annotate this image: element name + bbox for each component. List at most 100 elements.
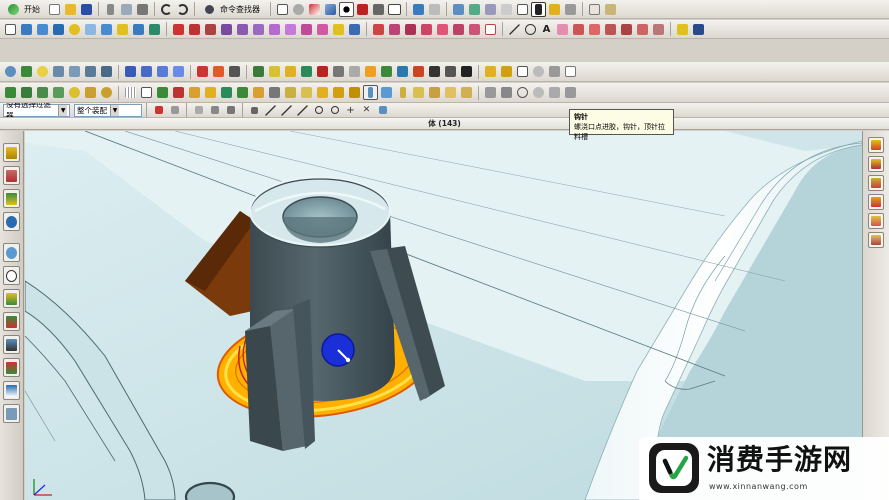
measure-distance-icon[interactable] <box>563 2 578 17</box>
swept-icon[interactable] <box>387 22 402 37</box>
sketch-icon[interactable] <box>3 22 18 37</box>
open-icon[interactable] <box>63 2 78 17</box>
select-body-icon[interactable] <box>207 103 222 117</box>
mold-tool-tab-6[interactable] <box>868 232 884 248</box>
parting-surface-icon[interactable] <box>299 85 314 100</box>
system-scene-tab[interactable] <box>3 404 20 423</box>
process-studio-tab[interactable] <box>3 312 20 331</box>
part-navigator-tab[interactable] <box>3 189 20 208</box>
intersect-curve-icon[interactable] <box>651 22 666 37</box>
mirror-icon[interactable] <box>251 22 266 37</box>
n-sided-icon[interactable] <box>419 22 434 37</box>
background-icon[interactable] <box>371 2 386 17</box>
target-icon[interactable] <box>531 85 546 100</box>
point-on-curve-icon[interactable] <box>375 103 390 117</box>
cut-icon[interactable] <box>103 2 118 17</box>
table-icon[interactable] <box>587 2 602 17</box>
wireframe-icon[interactable] <box>339 1 354 17</box>
mold-tool-tab-3[interactable] <box>868 175 884 191</box>
reuse-library-tab[interactable] <box>3 212 20 231</box>
quadrant-icon[interactable] <box>327 103 342 117</box>
trim-body-icon[interactable] <box>187 22 202 37</box>
patch-icon[interactable] <box>451 22 466 37</box>
extrude-icon[interactable] <box>19 22 34 37</box>
drag-icon[interactable] <box>547 2 562 17</box>
bom-icon[interactable] <box>427 64 442 79</box>
layout-icon[interactable] <box>83 64 98 79</box>
palette-tab[interactable] <box>3 381 20 400</box>
ejector-icon[interactable] <box>347 85 362 100</box>
previous-icon[interactable] <box>139 64 154 79</box>
select-arrow-icon[interactable] <box>531 1 546 17</box>
pin-icon[interactable] <box>395 85 410 100</box>
insert-icon[interactable] <box>267 64 282 79</box>
through-curves-icon[interactable] <box>403 22 418 37</box>
subtract-icon[interactable] <box>219 22 234 37</box>
sew-icon[interactable] <box>315 22 330 37</box>
parting-line-icon[interactable] <box>283 85 298 100</box>
guide-icon[interactable] <box>443 85 458 100</box>
bushing-icon[interactable] <box>427 85 442 100</box>
thicken-icon[interactable] <box>299 22 314 37</box>
core-icon[interactable] <box>227 64 242 79</box>
lifter-icon[interactable] <box>299 64 314 79</box>
mirror-body-icon[interactable] <box>155 85 170 100</box>
pocket-icon[interactable] <box>83 22 98 37</box>
manufacturing-wizard-tab[interactable] <box>3 335 20 354</box>
check-region-icon[interactable] <box>235 85 250 100</box>
ejector-pin-icon[interactable] <box>315 64 330 79</box>
support-icon[interactable] <box>459 85 474 100</box>
offset-curve-icon[interactable] <box>587 22 602 37</box>
line-snap-icon[interactable] <box>263 103 278 117</box>
section-view-icon[interactable] <box>515 2 530 17</box>
paste-icon[interactable] <box>135 2 150 17</box>
boss-icon[interactable] <box>67 22 82 37</box>
point-edit-icon[interactable] <box>499 85 514 100</box>
copy-icon[interactable] <box>119 2 134 17</box>
cone-icon[interactable] <box>51 85 66 100</box>
mold-tool-tab-5[interactable] <box>868 213 884 229</box>
datum-plane-icon[interactable] <box>675 22 690 37</box>
slider-icon[interactable] <box>283 64 298 79</box>
move-icon[interactable] <box>451 2 466 17</box>
assembly-navigator-tab[interactable] <box>3 143 20 162</box>
orient-icon[interactable] <box>411 2 426 17</box>
runner-icon[interactable] <box>347 64 362 79</box>
light-icon[interactable] <box>35 64 50 79</box>
select-face-icon[interactable] <box>191 103 206 117</box>
bounded-plane-icon[interactable] <box>435 22 450 37</box>
section-icon[interactable] <box>67 64 82 79</box>
create-gate-icon[interactable] <box>331 85 346 100</box>
hook-pin-icon[interactable] <box>363 85 378 100</box>
fit-icon[interactable] <box>275 2 290 17</box>
circle-edit-icon[interactable] <box>515 85 530 100</box>
roles-tab[interactable] <box>3 358 20 377</box>
text-icon[interactable]: A <box>539 22 554 37</box>
undo-icon[interactable] <box>159 2 174 17</box>
history-tab[interactable] <box>3 266 20 285</box>
intersect-icon[interactable] <box>235 22 250 37</box>
datum-icon[interactable] <box>483 2 498 17</box>
mold-wizard-icon[interactable] <box>195 64 210 79</box>
trim-icon[interactable] <box>187 85 202 100</box>
draft-icon[interactable] <box>171 22 186 37</box>
unite-icon[interactable] <box>203 22 218 37</box>
pattern-icon[interactable] <box>267 22 282 37</box>
visibility-icon[interactable] <box>19 64 34 79</box>
point-icon[interactable] <box>139 85 154 100</box>
capture-icon[interactable] <box>547 64 562 79</box>
drawing-icon[interactable] <box>443 64 458 79</box>
render-icon[interactable] <box>355 2 370 17</box>
delete-face-icon[interactable] <box>483 22 498 37</box>
grid-icon[interactable] <box>99 64 114 79</box>
center-icon[interactable] <box>547 85 562 100</box>
scope-select[interactable]: 整个装配 ▼ <box>74 103 142 117</box>
measure-icon[interactable] <box>427 2 442 17</box>
zoom-icon[interactable] <box>291 2 306 17</box>
redo-icon[interactable] <box>175 2 190 17</box>
mold-tool-tab-1[interactable] <box>868 137 884 153</box>
shell-icon[interactable] <box>147 22 162 37</box>
gear-icon[interactable] <box>99 85 114 100</box>
view-icon[interactable] <box>3 64 18 79</box>
line-icon[interactable] <box>507 22 522 37</box>
